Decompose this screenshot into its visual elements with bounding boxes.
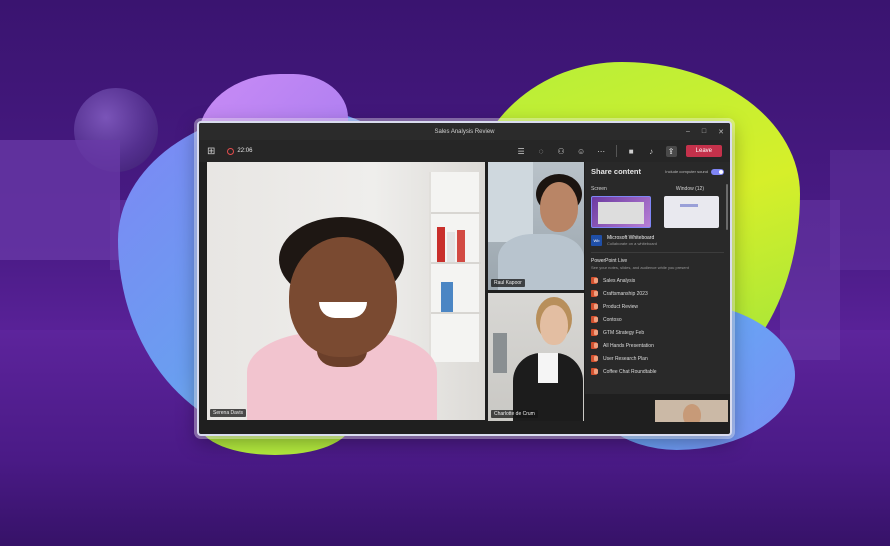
powerpoint-icon	[591, 342, 598, 349]
panel-scrollbar[interactable]	[726, 184, 728, 230]
powerpoint-live-title: PowerPoint Live	[591, 258, 628, 264]
title-bar: Sales Analysis Review – □ ✕	[199, 123, 730, 140]
share-panel-title: Share content	[591, 167, 642, 176]
file-name: Product Review	[603, 303, 639, 310]
record-icon	[227, 147, 235, 155]
panel-divider	[591, 252, 724, 253]
window-thumbnail[interactable]	[664, 196, 719, 228]
maximize-button[interactable]: □	[702, 128, 706, 135]
powerpoint-icon	[591, 368, 598, 375]
file-name: Contoso	[603, 316, 622, 323]
video-tile[interactable]: Raul Kapoor	[488, 162, 584, 290]
file-name: User Research Plan	[603, 355, 648, 362]
participant-name: Serena Davis	[210, 409, 247, 417]
background-block	[0, 140, 120, 260]
file-name: GTM Strategy Feb	[603, 329, 645, 336]
participant-name: Charlotte de Crum	[491, 410, 538, 418]
powerpoint-icon	[591, 329, 598, 336]
file-name: Craftsmanship 2023	[603, 290, 648, 297]
screen-label: Screen	[591, 186, 607, 192]
include-sound-label: Include computer sound	[665, 169, 708, 174]
screen-thumbnail[interactable]	[591, 196, 651, 228]
video-tile[interactable]: Charlotte de Crum	[488, 293, 584, 421]
powerpoint-live-subtitle: See your notes, slides, and audience whi…	[591, 265, 689, 270]
list-icon[interactable]: ☰	[516, 147, 527, 156]
share-content-panel: Share content Include computer sound Scr…	[585, 162, 730, 394]
camera-icon[interactable]: ■	[626, 147, 637, 156]
window-label[interactable]: Window (12)	[676, 186, 704, 192]
powerpoint-file-item[interactable]: Craftsmanship 2023	[591, 287, 724, 300]
recording-indicator: 22:06	[227, 147, 253, 155]
toolbar-actions: ☰ ◌ ⚇ ☺ ⋯ ■ ♪ ⇪ Leave	[516, 140, 722, 162]
whiteboard-option[interactable]: Wb Microsoft Whiteboard Collaborate on a…	[591, 235, 724, 246]
share-icon[interactable]: ⇪	[665, 145, 677, 157]
powerpoint-file-item[interactable]: Coffee Chat Roundtable	[591, 365, 724, 378]
powerpoint-file-item[interactable]: Product Review	[591, 300, 724, 313]
powerpoint-icon	[591, 277, 598, 284]
people-icon[interactable]: ⚇	[556, 147, 567, 156]
powerpoint-file-item[interactable]: Contoso	[591, 313, 724, 326]
close-button[interactable]: ✕	[718, 128, 724, 136]
react-icon[interactable]: ☺	[576, 147, 587, 156]
recording-time: 22:06	[237, 148, 253, 154]
window-title: Sales Analysis Review	[434, 128, 495, 135]
powerpoint-file-item[interactable]: User Research Plan	[591, 352, 724, 365]
powerpoint-icon	[591, 303, 598, 310]
leave-button[interactable]: Leave	[685, 145, 722, 157]
video-tile-overflow[interactable]	[655, 400, 728, 422]
file-name: All Hands Presentation	[603, 342, 654, 349]
grid-icon[interactable]: ⊞	[207, 146, 215, 157]
chat-icon[interactable]: ◌	[536, 147, 547, 156]
powerpoint-icon	[591, 355, 598, 362]
file-name: Coffee Chat Roundtable	[603, 368, 657, 375]
whiteboard-subtitle: Collaborate on a whiteboard	[607, 241, 658, 246]
include-sound-setting: Include computer sound	[665, 168, 724, 175]
background-block	[830, 150, 890, 270]
include-sound-toggle[interactable]	[711, 168, 724, 175]
meeting-window: Sales Analysis Review – □ ✕ ⊞ 22:06 ☰ ◌ …	[197, 121, 732, 436]
more-icon[interactable]: ⋯	[596, 147, 607, 156]
share-panel-header: Share content Include computer sound	[591, 167, 724, 176]
background-shelf	[429, 172, 481, 362]
powerpoint-file-item[interactable]: Sales Analysis	[591, 274, 724, 287]
powerpoint-icon	[591, 290, 598, 297]
toolbar-divider	[615, 145, 617, 157]
minimize-button[interactable]: –	[686, 128, 690, 135]
powerpoint-icon	[591, 316, 598, 323]
whiteboard-icon: Wb	[591, 235, 602, 246]
window-controls: – □ ✕	[686, 123, 724, 140]
video-tile-main[interactable]: Serena Davis	[207, 162, 485, 420]
file-name: Sales Analysis	[603, 277, 636, 284]
meeting-toolbar: ⊞ 22:06 ☰ ◌ ⚇ ☺ ⋯ ■ ♪ ⇪ Leave	[199, 140, 730, 162]
powerpoint-file-item[interactable]: GTM Strategy Feb	[591, 326, 724, 339]
powerpoint-file-list: Sales Analysis Craftsmanship 2023 Produc…	[591, 274, 724, 378]
participant-name: Raul Kapoor	[491, 279, 525, 287]
share-source-labels: Screen Window (12)	[591, 186, 724, 192]
mic-icon[interactable]: ♪	[646, 147, 657, 156]
share-thumbnails	[591, 196, 724, 228]
powerpoint-file-item[interactable]: All Hands Presentation	[591, 339, 724, 352]
